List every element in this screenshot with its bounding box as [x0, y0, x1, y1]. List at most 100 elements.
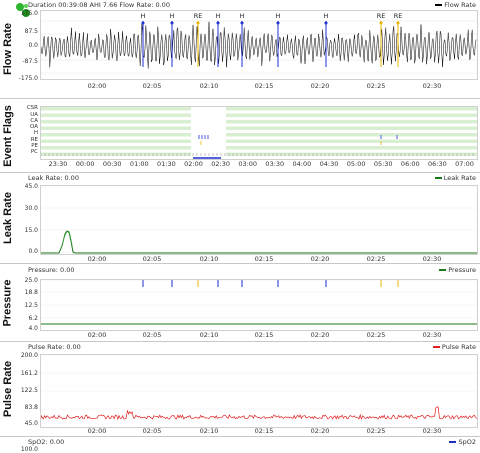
event-flags-axis-title: Event Flags	[2, 105, 14, 167]
event-marker-dot	[276, 21, 280, 25]
event-label: H	[324, 12, 329, 20]
leak-rate-axis-title: Leak Rate	[2, 192, 15, 244]
y-tick: 18.8	[24, 289, 38, 296]
event-label: RE	[194, 12, 203, 20]
spo2-legend: SpO2	[449, 438, 476, 446]
x-tick: 06:30	[428, 160, 447, 168]
pulse-rate-panel[interactable]: Pulse Rate Pulse Rate: 0.00 Pulse Rate 2…	[0, 342, 480, 437]
y-tick: 30.0	[24, 205, 38, 212]
y-tick: 122.5	[20, 387, 38, 394]
leak-rate-plot[interactable]	[40, 185, 478, 255]
flow-rate-header: Duration 00:39:08 AHI 7.66 Flow Rate: 0.…	[28, 1, 170, 9]
x-tick: 02:05	[142, 427, 162, 435]
y-tick: 87.5	[24, 28, 38, 35]
event-label: RE	[377, 12, 386, 20]
leak-rate-series	[41, 230, 477, 254]
y-tick: -87.5	[22, 58, 38, 65]
x-tick: 02:30	[422, 82, 442, 90]
flag-band	[41, 120, 477, 124]
flow-rate-series	[41, 21, 477, 69]
flow-rate-plot[interactable]: H H RE H H H H RE RE	[40, 10, 478, 80]
event-label: H	[240, 12, 245, 20]
pulse-rate-axis-title: Pulse Rate	[2, 360, 14, 418]
x-tick: 02:25	[366, 82, 386, 90]
x-tick: 02:15	[254, 427, 274, 435]
y-tick: 6.2	[28, 315, 38, 322]
flag-band	[41, 126, 477, 130]
x-tick: 02:00	[87, 82, 107, 90]
flag-band	[41, 107, 477, 111]
x-tick: 02:15	[254, 331, 274, 339]
x-tick: 02:25	[366, 427, 386, 435]
x-tick: 02:05	[142, 331, 162, 339]
y-tick: 161.2	[20, 370, 38, 377]
flag-band	[41, 133, 477, 137]
event-label: H	[276, 12, 281, 20]
event-marker-dot	[324, 21, 328, 25]
y-tick: 100.0	[20, 446, 38, 453]
x-tick: 02:00	[87, 255, 107, 263]
x-tick: 02:00	[184, 160, 203, 168]
pulse-rate-legend: Pulse Rate	[432, 343, 476, 351]
x-tick: 02:10	[199, 331, 219, 339]
event-flags-panel[interactable]: Event Flags CSR UA CA OA H RE PE PC 23:3…	[0, 100, 480, 173]
x-tick: 02:10	[199, 82, 219, 90]
x-tick: 02:05	[142, 255, 162, 263]
y-tick: 0.0	[28, 42, 38, 49]
y-tick: 200.0	[20, 352, 38, 359]
flag-label: H	[33, 130, 38, 136]
x-tick: 03:00	[238, 160, 258, 168]
pressure-axis-title: Pressure	[2, 279, 14, 327]
flow-rate-panel[interactable]: Flow Rate Duration 00:39:08 AHI 7.66 Flo…	[0, 0, 480, 99]
x-tick: 02:15	[254, 82, 274, 90]
x-tick: 23:30	[48, 160, 68, 168]
pulse-rate-plot[interactable]	[40, 354, 478, 428]
x-tick: 02:30	[422, 427, 442, 435]
y-tick: 45.0	[24, 420, 38, 427]
y-tick: 83.8	[24, 404, 38, 411]
x-tick: 04:00	[292, 160, 312, 168]
x-tick: 07:00	[455, 160, 474, 168]
x-tick: 02:15	[254, 255, 274, 263]
x-tick: 02:10	[199, 255, 219, 263]
x-tick: 00:00	[75, 160, 95, 168]
y-tick: 175.0	[20, 10, 38, 17]
x-tick: 02:25	[366, 255, 386, 263]
x-tick: 03:30	[265, 160, 285, 168]
y-tick: -175.0	[18, 75, 38, 82]
x-tick: 02:00	[87, 331, 107, 339]
x-tick: 02:20	[310, 331, 330, 339]
spo2-panel[interactable]: SpO2: 0.00 SpO2 100.0	[0, 437, 480, 453]
x-tick: 02:00	[87, 427, 107, 435]
x-tick: 05:00	[346, 160, 366, 168]
x-tick: 02:05	[142, 82, 162, 90]
pressure-header: Pressure: 0.00	[28, 266, 75, 274]
event-label: H	[141, 12, 146, 20]
x-tick: 02:30	[211, 160, 230, 168]
spo2-header: SpO2: 0.00	[28, 438, 65, 446]
event-label: RE	[394, 12, 403, 20]
event-label: H	[170, 12, 175, 20]
pulse-rate-series	[41, 406, 477, 421]
event-marker-dot	[170, 21, 174, 25]
pressure-panel[interactable]: Pressure Pressure: 0.00 Pressure 25.0 18…	[0, 265, 480, 342]
y-tick: 12.5	[24, 302, 38, 309]
event-marker-dot	[196, 21, 200, 25]
event-marker-dot	[396, 21, 400, 25]
flag-label: PC	[30, 149, 38, 155]
event-marker-dot	[240, 21, 244, 25]
leak-rate-legend: Leak Rate	[434, 174, 476, 182]
pressure-legend: Pressure	[439, 266, 476, 274]
event-flags-plot[interactable]	[40, 106, 478, 160]
event-marker-dot	[379, 21, 383, 25]
x-tick: 02:30	[422, 331, 442, 339]
pressure-plot[interactable]	[40, 279, 478, 331]
x-tick: 02:30	[422, 255, 442, 263]
y-tick: 0.0	[28, 248, 38, 255]
leak-rate-panel[interactable]: Leak Rate Leak Rate: 0.00 Leak Rate 45.0…	[0, 173, 480, 264]
x-tick: 01:00	[129, 160, 149, 168]
x-tick: 06:00	[400, 160, 420, 168]
flag-band	[41, 152, 477, 156]
event-marker-dot	[141, 21, 145, 25]
event-label: H	[216, 12, 221, 20]
